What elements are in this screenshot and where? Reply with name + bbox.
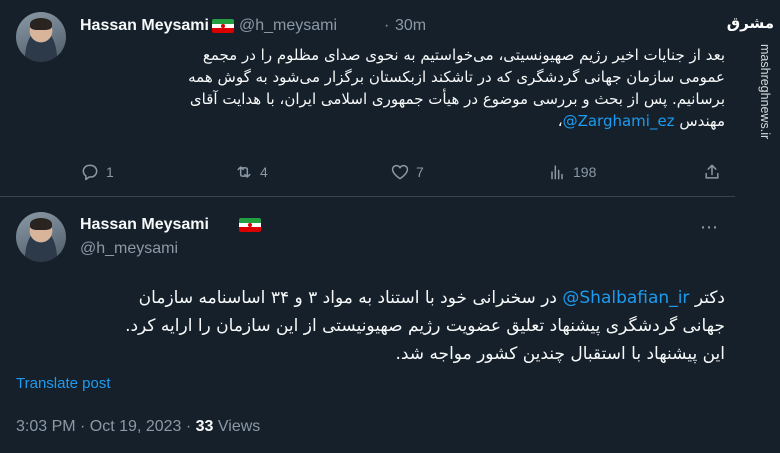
views-count: 33 (195, 418, 214, 435)
views-label: Views (213, 418, 261, 435)
mention-link[interactable]: @Zarghami_ez (563, 112, 675, 130)
views-button[interactable]: 198 (547, 158, 596, 186)
reply-button[interactable]: 1 (80, 158, 114, 186)
iran-flag-icon (212, 19, 234, 33)
author-name[interactable]: Hassan Meysami (80, 216, 209, 234)
tweet-2[interactable]: Hassan Meysami @h_meysami ⋯ دکتر @Shalba… (0, 198, 735, 453)
tweet-time[interactable]: 30m (395, 17, 426, 35)
tweet-1[interactable]: Hassan Meysami @h_meysami · 30m بعد از ج… (0, 0, 735, 197)
views-icon (551, 165, 563, 180)
line-prefix: مهندس (674, 112, 725, 130)
timestamp[interactable]: 3:03 PM · Oct 19, 2023 · (16, 418, 196, 435)
reply-count: 1 (106, 164, 114, 180)
tweet-line: این پیشنهاد با استقبال چندین کشور مواجه … (395, 344, 725, 364)
avatar[interactable] (16, 212, 66, 262)
retweet-button[interactable]: 4 (234, 158, 268, 186)
tweet-line: عمومی سازمان جهانی گردشگری که در تاشکند … (188, 68, 725, 86)
author-handle[interactable]: @h_meysami (239, 17, 337, 35)
line-prefix: دکتر (689, 288, 725, 308)
tweet-line: مهندس @Zarghami_ez، (80, 110, 725, 132)
author-name[interactable]: Hassan Meysami (80, 17, 209, 35)
like-button[interactable]: 7 (390, 158, 424, 186)
heart-icon (391, 164, 409, 180)
action-bar: 1 4 7 198 (80, 158, 725, 186)
views-count: 198 (573, 164, 597, 180)
retweet-count: 4 (260, 164, 268, 180)
tweet-text: بعد از جنایات اخیر رژیم صهیونسیتی، می‌خو… (80, 44, 725, 132)
line-suffix: در سخنرانی خود با استناد به مواد ۳ و ۳۴ … (138, 288, 563, 308)
iran-flag-icon (239, 218, 261, 232)
tweet-line: برسانیم. پس از بحث و بررسی موضوع در هیأت… (189, 90, 725, 108)
mashregh-logo: مشرق (726, 14, 774, 32)
watermark-site: mashreghnews.ir (758, 44, 772, 140)
share-icon (705, 164, 719, 179)
author-handle[interactable]: @h_meysami (80, 240, 178, 258)
tweet-line: دکتر @Shalbafian_ir در سخنرانی خود با اس… (16, 284, 725, 312)
retweet-icon (237, 166, 251, 178)
tweet-line: بعد از جنایات اخیر رژیم صهیونسیتی، می‌خو… (202, 46, 725, 64)
share-button[interactable] (702, 158, 722, 186)
mention-link[interactable]: @Shalbafian_ir (562, 288, 689, 308)
watermark-strip: مشرق mashreghnews.ir (726, 0, 780, 453)
tweet-text: دکتر @Shalbafian_ir در سخنرانی خود با اس… (16, 284, 725, 368)
tweet-line: جهانی گردشگری پیشنهاد تعلیق عضویت رژیم ص… (125, 316, 725, 336)
translate-post-link[interactable]: Translate post (16, 375, 111, 392)
avatar[interactable] (16, 12, 66, 62)
watermark-text-wrap: mashreghnews.ir (756, 44, 776, 194)
reply-icon (82, 164, 98, 181)
separator: · (384, 17, 390, 34)
tweet-meta: 3:03 PM · Oct 19, 2023 · 33 Views (16, 418, 260, 436)
like-count: 7 (416, 164, 424, 180)
more-options-icon[interactable]: ⋯ (700, 218, 719, 236)
